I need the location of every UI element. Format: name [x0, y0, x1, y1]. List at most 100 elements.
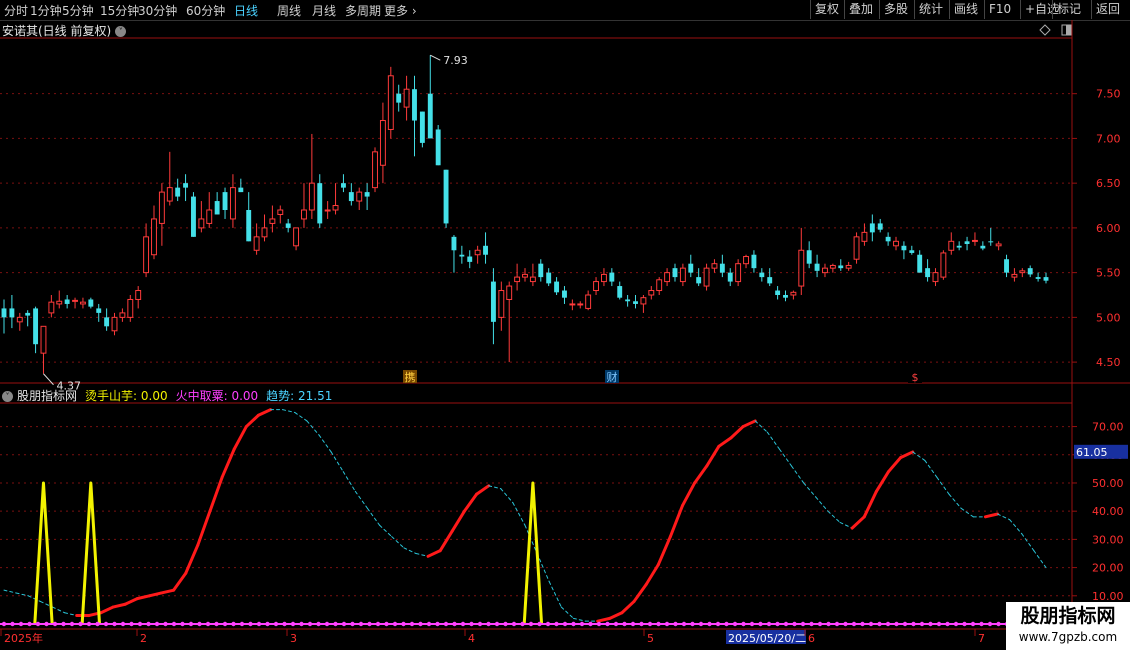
- price-axis-label-3: 6.00: [1096, 222, 1121, 235]
- trend-segment-21: [256, 408, 273, 417]
- candle-body-94: [743, 256, 749, 265]
- baseline-dot: [35, 621, 41, 627]
- candle-body-108: [853, 236, 860, 260]
- baseline-dot: [163, 621, 168, 627]
- candle-body-80: [633, 301, 638, 304]
- period-tab-1[interactable]: 1分钟: [30, 2, 62, 19]
- trend-segment-50: [608, 611, 624, 620]
- period-tab-0[interactable]: 分时: [4, 2, 28, 19]
- stock-title: 安诺其(日线 前复权) ˅: [2, 22, 127, 39]
- watermark-url: www.7gpzb.com: [1018, 630, 1118, 644]
- candle-body-73: [577, 303, 584, 306]
- trend-segment-45: [548, 581, 562, 608]
- time-label-5: 2025/05/20/二: [728, 632, 806, 645]
- chevron-down-icon[interactable]: ˅: [2, 391, 13, 402]
- candle-body-125: [988, 241, 994, 243]
- toolbar-button-5[interactable]: F10: [984, 0, 1015, 19]
- candle-body-68: [538, 263, 544, 278]
- toolbar-button-8[interactable]: 返回: [1091, 0, 1124, 19]
- trend-segment-55: [668, 504, 685, 539]
- candle-body-70: [554, 281, 560, 293]
- trend-segment-37: [450, 509, 466, 533]
- candle-body-88: [696, 277, 702, 284]
- candle-body-63: [498, 290, 505, 318]
- candle-body-120: [948, 240, 955, 251]
- trend-segment-25: [306, 420, 320, 436]
- candle-body-61: [483, 245, 488, 255]
- baseline-dot: [571, 621, 576, 627]
- period-tab-3[interactable]: 15分钟: [100, 2, 139, 19]
- baseline-dot: [511, 621, 517, 627]
- baseline-dot: [554, 621, 559, 627]
- trend-segment-0: [3, 589, 17, 594]
- toolbar-button-0[interactable]: 复权: [810, 0, 843, 19]
- candle-body-87: [688, 263, 694, 273]
- trend-segment-2: [27, 595, 41, 602]
- baseline-dot: [1, 621, 7, 627]
- trend-segment-19: [232, 425, 248, 451]
- trend-segment-43: [524, 524, 538, 554]
- chevron-down-icon[interactable]: ˅: [115, 26, 127, 37]
- baseline-dot: [10, 621, 15, 627]
- baseline-dot: [503, 621, 508, 627]
- period-tab-8[interactable]: 月线: [312, 2, 336, 19]
- trend-segment-39: [475, 484, 491, 496]
- baseline-dot: [783, 621, 789, 627]
- period-tab-10[interactable]: 更多 ›: [384, 2, 417, 19]
- trend-segment-76: [924, 459, 938, 478]
- period-tab-5[interactable]: 60分钟: [186, 2, 225, 19]
- trend-segment-73: [886, 456, 903, 474]
- trend-segment-32: [391, 536, 405, 549]
- trend-segment-83: [1009, 519, 1023, 535]
- baseline-dot: [562, 621, 568, 627]
- candle-body-19: [151, 218, 157, 256]
- baseline-dot: [239, 621, 245, 627]
- toolbar-button-3[interactable]: 统计: [914, 0, 947, 19]
- period-tab-9[interactable]: 多周期: [345, 2, 381, 19]
- trend-segment-66: [803, 482, 817, 498]
- trend-segment-40: [488, 485, 502, 490]
- baseline-dot: [299, 621, 304, 627]
- event-marker-bg-0: [403, 370, 417, 383]
- trend-segment-52: [632, 583, 648, 603]
- baseline-dot: [324, 621, 330, 627]
- trend-segment-59: [717, 436, 733, 448]
- baseline-dot: [52, 621, 58, 627]
- candle-body-90: [711, 263, 718, 269]
- baseline-dot: [928, 621, 933, 627]
- baseline-dot: [596, 621, 602, 627]
- baseline-dot: [426, 621, 432, 627]
- baseline-dot: [664, 621, 670, 627]
- candle-body-26: [206, 209, 213, 224]
- trend-segment-33: [403, 547, 417, 554]
- toolbar-button-7[interactable]: 标记: [1052, 0, 1085, 19]
- period-tab-2[interactable]: 5分钟: [62, 2, 94, 19]
- baseline-dot: [137, 621, 143, 627]
- baseline-dot: [112, 621, 117, 627]
- trend-segment-64: [778, 448, 793, 467]
- event-marker-bg-1: [605, 370, 619, 383]
- period-tab-4[interactable]: 30分钟: [138, 2, 177, 19]
- candle-body-128: [1011, 273, 1018, 278]
- toolbar-button-2[interactable]: 多股: [879, 0, 912, 19]
- trend-segment-70: [850, 515, 866, 530]
- candle-body-28: [222, 192, 228, 210]
- period-tab-6[interactable]: 日线: [234, 2, 258, 19]
- baseline-dot: [520, 621, 525, 627]
- toolbar-button-4[interactable]: 画线: [949, 0, 982, 19]
- candle-body-92: [727, 272, 733, 282]
- baseline-dot: [256, 621, 262, 627]
- toolbar-button-1[interactable]: 叠加: [844, 0, 877, 19]
- candle-body-40: [317, 183, 323, 224]
- trend-segment-44: [536, 552, 550, 583]
- baseline-dot: [154, 621, 160, 627]
- candle-body-1: [9, 308, 15, 318]
- baseline-dot: [834, 621, 840, 627]
- trend-segment-81: [983, 512, 1000, 519]
- baseline-dot: [868, 621, 874, 627]
- period-tab-7[interactable]: 周线: [277, 2, 301, 19]
- trend-segment-71: [862, 489, 878, 519]
- candle-body-83: [656, 279, 663, 292]
- trend-segment-54: [656, 535, 672, 567]
- candle-body-16: [127, 298, 134, 318]
